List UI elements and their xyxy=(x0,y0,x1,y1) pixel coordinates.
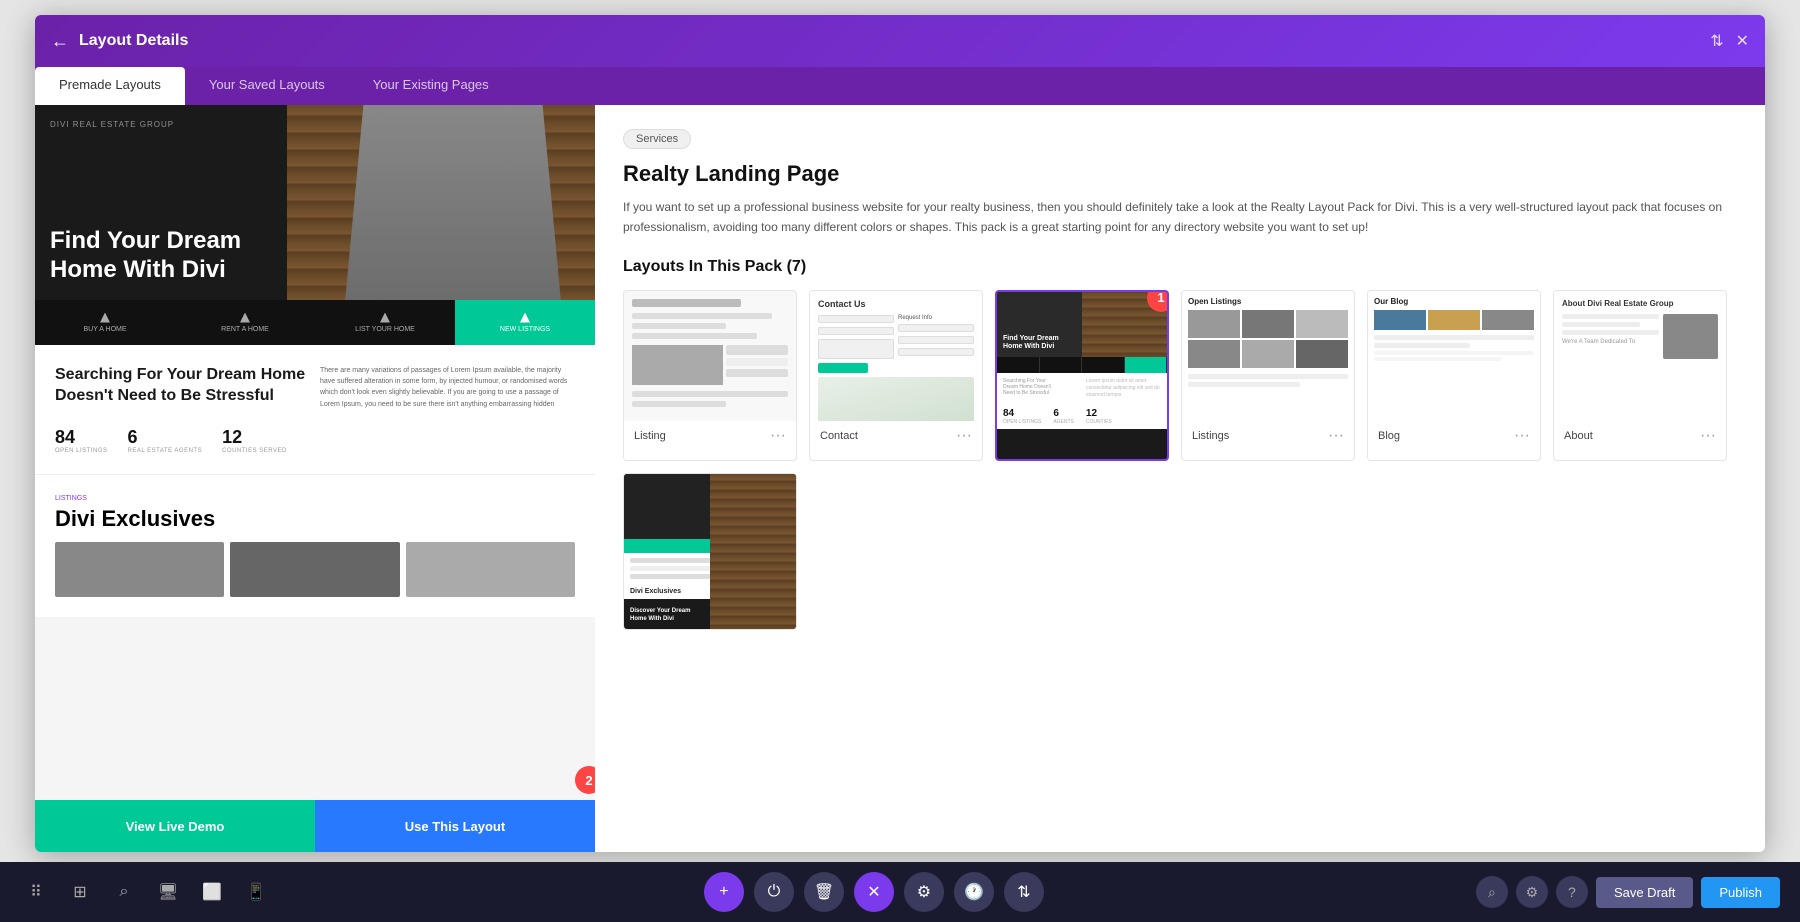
card-menu-listings[interactable]: ··· xyxy=(1328,427,1344,445)
thumb-listing xyxy=(624,291,796,421)
mobile-icon[interactable]: 📱 xyxy=(240,876,272,908)
zoom-search-icon[interactable]: ⌕ xyxy=(1476,876,1508,908)
stat-counties: 12 COUNTIES SERVED xyxy=(222,427,287,454)
layout-card-about[interactable]: About Divi Real Estate Group We're A Tea… xyxy=(1553,290,1727,461)
searching-title: Searching For Your Dream Home Doesn't Ne… xyxy=(55,365,310,407)
right-panel: Services Realty Landing Page If you want… xyxy=(595,105,1765,852)
layout-card-landing[interactable]: 1 Find Your DreamHome With Divi xyxy=(995,290,1169,461)
listing-img-3 xyxy=(406,542,575,597)
tablet-icon[interactable]: ⬜ xyxy=(196,876,228,908)
pin-icon[interactable]: ⇅ xyxy=(1710,31,1723,51)
card-label-listing: Listing xyxy=(634,430,666,442)
layouts-grid: Listing ··· Contact Us xyxy=(623,290,1737,630)
tab-existing-pages[interactable]: Your Existing Pages xyxy=(349,67,513,105)
searching-body: There are many variations of passages of… xyxy=(320,365,575,417)
tab-bar: Premade Layouts Your Saved Layouts Your … xyxy=(35,67,1765,105)
nav-listings[interactable]: NEW LISTINGS xyxy=(455,300,595,345)
card-label-about: About xyxy=(1564,430,1593,442)
listing-title: Divi Exclusives xyxy=(55,506,575,532)
layout-card-blog[interactable]: Our Blog Blog ··· xyxy=(1367,290,1541,461)
add-button[interactable]: + xyxy=(704,872,744,912)
card-menu-listing[interactable]: ··· xyxy=(770,427,786,445)
delete-button[interactable]: 🗑 xyxy=(804,872,844,912)
preview-hero: DIVI REAL ESTATE GROUP Find Your Dream H… xyxy=(35,105,595,345)
card-label-listings: Listings xyxy=(1192,430,1229,442)
nav-list[interactable]: LIST YOUR HOME xyxy=(315,300,455,345)
listing-eyebrow: LISTINGS xyxy=(55,495,575,502)
listing-image-grid xyxy=(55,542,575,597)
hero-title: Find Your Dream Home With Divi xyxy=(50,227,250,285)
close-center-button[interactable]: ✕ xyxy=(854,872,894,912)
thumb-contact: Contact Us Request Info xyxy=(810,291,982,421)
stat-agents: 6 REAL ESTATE AGENTS xyxy=(128,427,203,454)
desktop-icon[interactable]: 🖥 xyxy=(152,876,184,908)
thumb-home: Discover Your DreamHome With Divi Divi E… xyxy=(624,474,796,629)
thumb-blog: Our Blog xyxy=(1368,291,1540,421)
preview-listing-section: LISTINGS Divi Exclusives xyxy=(35,474,595,617)
card-label-blog: Blog xyxy=(1378,430,1400,442)
history-button[interactable]: 🕐 xyxy=(954,872,994,912)
settings-button[interactable]: ⚙ xyxy=(904,872,944,912)
wireframe-icon[interactable]: ⠿ xyxy=(20,876,52,908)
listing-img-1 xyxy=(55,542,224,597)
listing-img-2 xyxy=(230,542,399,597)
card-menu-about[interactable]: ··· xyxy=(1700,427,1716,445)
layouts-section-heading: Layouts In This Pack (7) xyxy=(623,258,1737,276)
close-icon[interactable]: ✕ xyxy=(1736,31,1749,51)
card-menu-contact[interactable]: ··· xyxy=(956,427,972,445)
badge-2: 2 xyxy=(575,766,595,794)
modal-body: DIVI REAL ESTATE GROUP Find Your Dream H… xyxy=(35,105,1765,852)
help-icon[interactable]: ? xyxy=(1556,876,1588,908)
settings2-icon[interactable]: ⚙ xyxy=(1516,876,1548,908)
publish-button[interactable]: Publish xyxy=(1701,877,1780,908)
preview-image: DIVI REAL ESTATE GROUP Find Your Dream H… xyxy=(35,105,595,800)
columns-button[interactable]: ⇅ xyxy=(1004,872,1044,912)
category-badge: Services xyxy=(623,129,691,149)
layout-card-home[interactable]: Discover Your DreamHome With Divi Divi E… xyxy=(623,473,797,630)
modal-title: Layout Details xyxy=(79,32,188,50)
search-icon[interactable]: ⌕ xyxy=(108,876,140,908)
layout-card-listing[interactable]: Listing ··· xyxy=(623,290,797,461)
card-label-contact: Contact xyxy=(820,430,858,442)
preview-panel: DIVI REAL ESTATE GROUP Find Your Dream H… xyxy=(35,105,595,852)
layout-title: Realty Landing Page xyxy=(623,161,1737,187)
power-button[interactable]: ⏻ xyxy=(754,872,794,912)
modal-header: ← Layout Details ⇅ ✕ xyxy=(35,15,1765,67)
stat-open-listings: 84 OPEN LISTINGS xyxy=(55,427,108,454)
preview-actions: View Live Demo Use This Layout 2 xyxy=(35,800,595,852)
layout-details-modal: ← Layout Details ⇅ ✕ Premade Layouts You… xyxy=(35,15,1765,852)
tab-premade-layouts[interactable]: Premade Layouts xyxy=(35,67,185,105)
layout-description: If you want to set up a professional bus… xyxy=(623,197,1737,238)
stats-row: 84 OPEN LISTINGS 6 REAL ESTATE AGENTS 12… xyxy=(55,427,575,454)
hero-nav: BUY A HOME RENT A HOME LIST YOUR HOME xyxy=(35,300,595,345)
hero-logo: DIVI REAL ESTATE GROUP xyxy=(50,120,174,129)
grid-icon[interactable]: ⊞ xyxy=(64,876,96,908)
thumb-listings: Open Listings xyxy=(1182,291,1354,421)
card-menu-blog[interactable]: ··· xyxy=(1514,427,1530,445)
thumb-about: About Divi Real Estate Group We're A Tea… xyxy=(1554,291,1726,421)
layout-card-contact[interactable]: Contact Us Request Info xyxy=(809,290,983,461)
back-arrow-icon[interactable]: ← xyxy=(51,31,69,52)
preview-stats-section: Searching For Your Dream Home Doesn't Ne… xyxy=(35,345,595,474)
use-layout-button[interactable]: Use This Layout xyxy=(315,800,595,852)
layout-card-listings[interactable]: Open Listings Listings xyxy=(1181,290,1355,461)
nav-buy[interactable]: BUY A HOME xyxy=(35,300,175,345)
tab-saved-layouts[interactable]: Your Saved Layouts xyxy=(185,67,349,105)
thumb-landing: Find Your DreamHome With Divi Searching … xyxy=(997,292,1167,459)
save-draft-button[interactable]: Save Draft xyxy=(1596,877,1693,908)
bottom-toolbar: ⠿ ⊞ ⌕ 🖥 ⬜ 📱 + ⏻ 🗑 ✕ ⚙ 🕐 ⇅ ⌕ ⚙ ? Save Dra… xyxy=(0,862,1800,922)
view-demo-button[interactable]: View Live Demo xyxy=(35,800,315,852)
nav-rent[interactable]: RENT A HOME xyxy=(175,300,315,345)
